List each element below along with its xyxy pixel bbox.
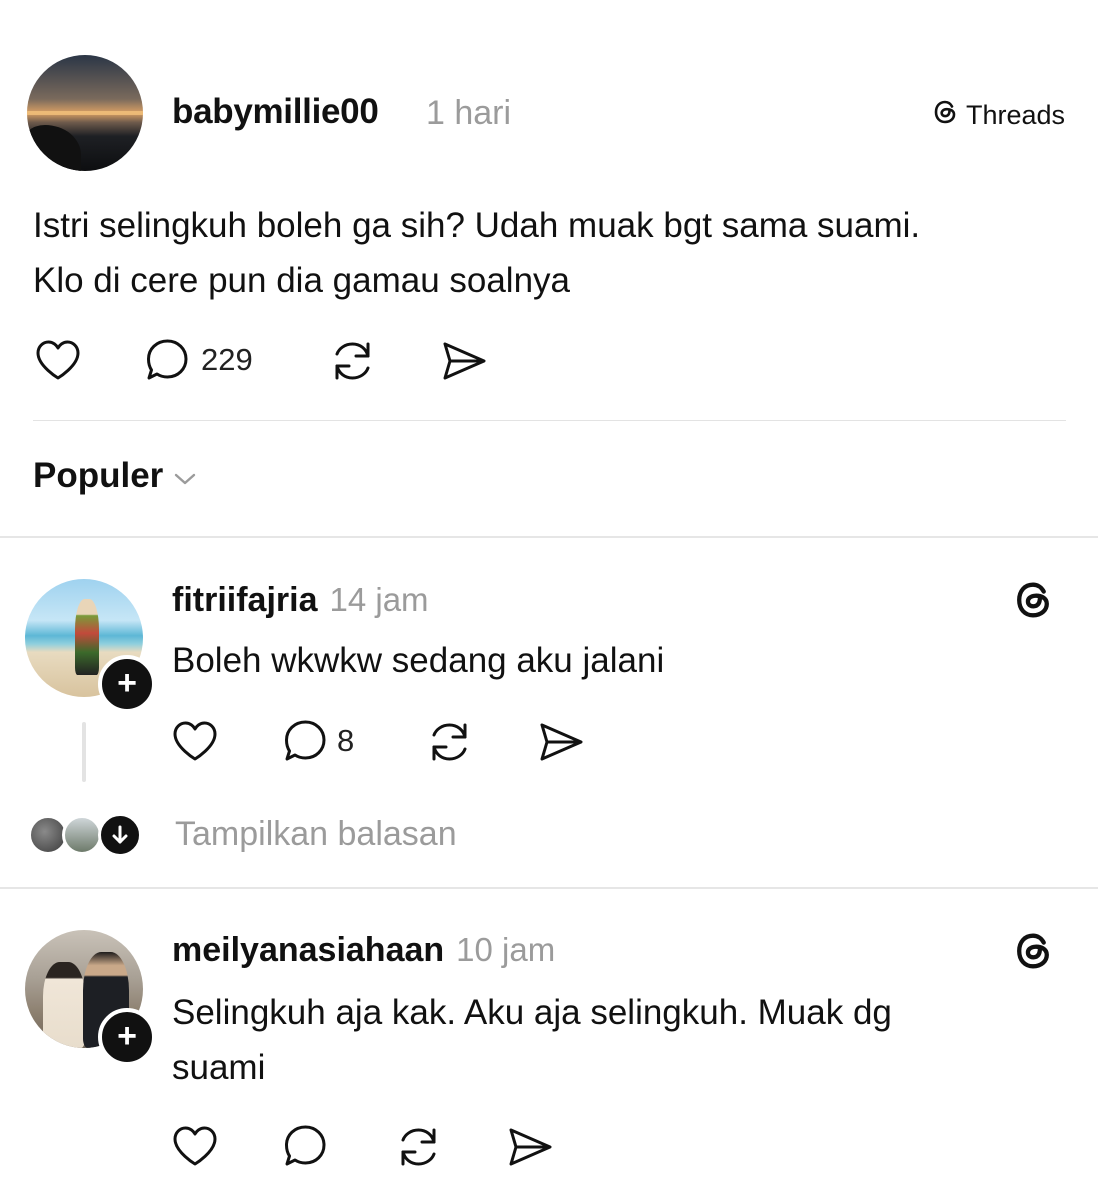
reply-body: Boleh wkwkw sedang aku jalani	[172, 641, 665, 680]
threads-logo-icon[interactable]	[1010, 577, 1056, 628]
post-body: Istri selingkuh boleh ga sih? Udah muak …	[33, 198, 1073, 308]
post-timestamp: 1 hari	[426, 94, 512, 132]
reply-button[interactable]: 8	[283, 719, 354, 763]
repost-icon[interactable]	[396, 1125, 442, 1169]
threads-logo-icon	[930, 97, 960, 134]
plus-icon: +	[117, 1017, 137, 1055]
reply-author-username[interactable]: fitriifajria	[172, 581, 317, 620]
repost-icon[interactable]	[330, 339, 376, 383]
reply-body-line: Selingkuh aja kak. Aku aja selingkuh. Mu…	[172, 993, 892, 1032]
send-icon[interactable]	[538, 721, 584, 763]
speech-bubble-icon	[283, 719, 329, 763]
send-icon[interactable]	[507, 1126, 553, 1168]
threads-badge-label: Threads	[966, 100, 1066, 130]
chevron-down-icon	[173, 456, 197, 496]
sort-label: Populer	[33, 456, 164, 495]
post-body-line: Istri selingkuh boleh ga sih? Udah muak …	[33, 206, 921, 245]
post-author-username[interactable]: babymillie00	[172, 92, 379, 132]
reply-count: 229	[201, 342, 253, 377]
heart-icon[interactable]	[172, 1125, 218, 1167]
send-icon[interactable]	[441, 340, 487, 382]
divider	[33, 420, 1066, 421]
reply-header: fitriifajria 14 jam	[172, 581, 429, 620]
arrow-down-icon	[98, 813, 142, 857]
follow-button[interactable]: +	[98, 655, 156, 713]
divider	[0, 887, 1098, 889]
speech-bubble-icon[interactable]	[283, 1124, 329, 1168]
repost-icon[interactable]	[427, 720, 473, 764]
reply-body: Selingkuh aja kak. Aku aja selingkuh. Mu…	[172, 985, 1052, 1095]
reply-button[interactable]: 229	[145, 338, 253, 382]
follow-button[interactable]: +	[98, 1008, 156, 1066]
reply-author-username[interactable]: meilyanasiahaan	[172, 931, 444, 970]
threads-logo-icon[interactable]	[1010, 928, 1056, 979]
reply-count: 8	[337, 723, 355, 758]
show-replies-link[interactable]: Tampilkan balasan	[175, 815, 457, 854]
plus-icon: +	[117, 664, 137, 702]
heart-icon[interactable]	[172, 720, 218, 762]
reply-timestamp: 10 jam	[456, 931, 556, 968]
avatar	[62, 815, 102, 855]
reply-body-line: suami	[172, 1048, 266, 1087]
reply-header: meilyanasiahaan 10 jam	[172, 931, 555, 970]
post-body-line: Klo di cere pun dia gamau soalnya	[33, 261, 571, 300]
thread-line	[82, 722, 86, 782]
sort-dropdown[interactable]: Populer	[33, 456, 197, 496]
threads-badge[interactable]: Threads	[930, 97, 1065, 134]
heart-icon[interactable]	[35, 339, 81, 381]
divider	[0, 536, 1098, 538]
speech-bubble-icon	[145, 338, 191, 382]
author-avatar[interactable]	[27, 55, 143, 171]
reply-avatars-stack[interactable]	[28, 813, 148, 857]
reply-timestamp: 14 jam	[329, 581, 429, 618]
